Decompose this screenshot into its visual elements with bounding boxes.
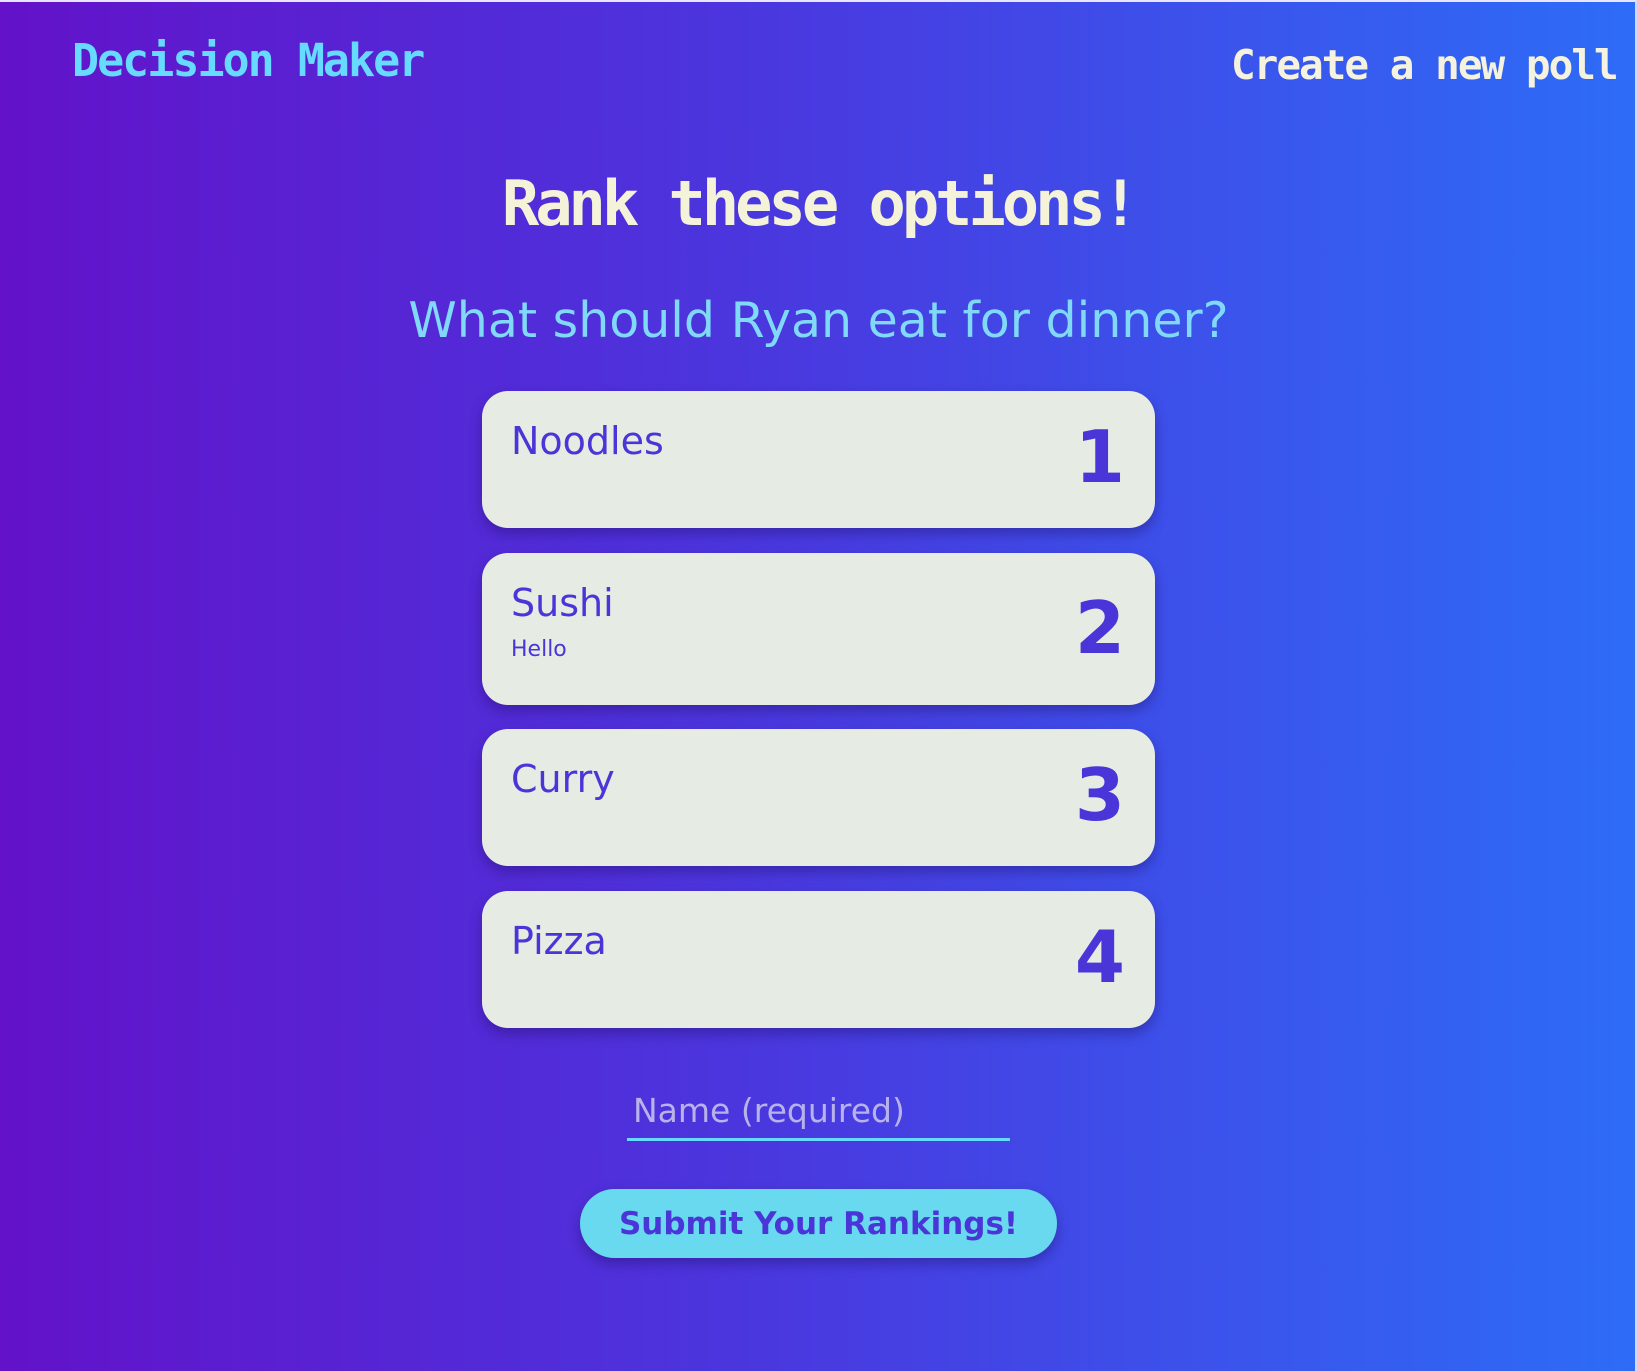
option-title: Curry [511, 757, 615, 801]
poll-question: What should Ryan eat for dinner? [408, 292, 1229, 349]
name-input[interactable] [627, 1083, 1010, 1141]
page-title: Rank these options! [501, 167, 1139, 240]
option-card-sushi[interactable]: Sushi Hello 2 [482, 553, 1155, 705]
option-rank: 2 [1074, 586, 1125, 670]
option-card-curry[interactable]: Curry 3 [482, 729, 1155, 866]
brand-logo[interactable]: Decision Maker [72, 34, 425, 87]
create-new-poll-link[interactable]: Create a new poll [1231, 41, 1619, 89]
options-list: Noodles 1 Sushi Hello 2 Curry 3 Pizza 4 [482, 391, 1155, 1028]
option-description: Hello [511, 637, 567, 662]
option-rank: 3 [1074, 753, 1125, 837]
submit-rankings-button[interactable]: Submit Your Rankings! [580, 1189, 1057, 1258]
option-title: Noodles [511, 419, 664, 463]
option-title: Sushi [511, 581, 614, 625]
option-title: Pizza [511, 919, 607, 963]
option-rank: 4 [1074, 915, 1125, 999]
option-rank: 1 [1074, 415, 1125, 499]
option-card-noodles[interactable]: Noodles 1 [482, 391, 1155, 528]
option-card-pizza[interactable]: Pizza 4 [482, 891, 1155, 1028]
